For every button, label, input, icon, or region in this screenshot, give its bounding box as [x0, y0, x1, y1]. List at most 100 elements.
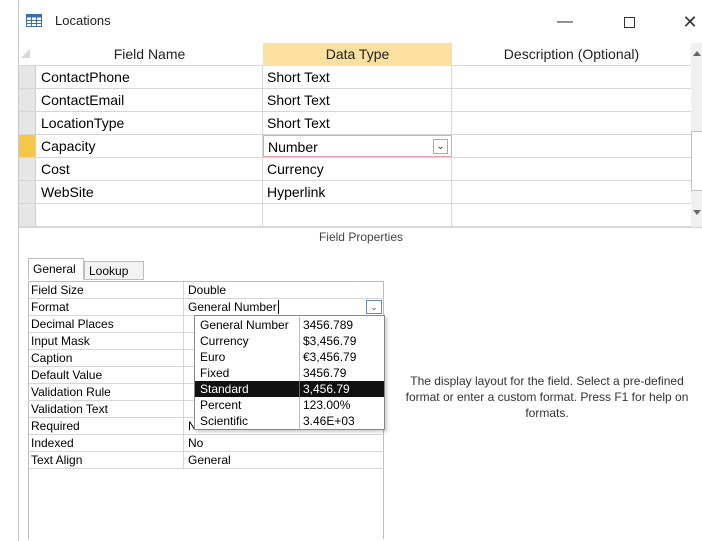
data-type-cell[interactable]: Hyperlink: [263, 181, 452, 203]
property-row[interactable]: Field Size Double: [29, 282, 384, 299]
grid-row-active[interactable]: Capacity Number ⌄: [19, 135, 691, 158]
scroll-down-icon[interactable]: [693, 210, 701, 215]
format-option[interactable]: Euro €3,456.79: [195, 349, 384, 365]
property-value[interactable]: Double: [188, 282, 384, 298]
format-option-name: Currency: [200, 334, 249, 348]
column-separator: [299, 365, 300, 381]
chevron-down-icon: ⌄: [436, 141, 445, 152]
property-label: Input Mask: [31, 333, 184, 349]
column-separator: [299, 397, 300, 413]
title-bar: Locations — ✕: [19, 0, 702, 43]
field-name-cell[interactable]: ContactEmail: [41, 89, 263, 111]
format-dropdown-list: General Number 3456.789 Currency $3,456.…: [194, 315, 385, 430]
format-option-selected[interactable]: Standard 3,456.79: [195, 381, 384, 397]
data-type-dropdown-button[interactable]: ⌄: [433, 139, 448, 154]
format-option[interactable]: Currency $3,456.79: [195, 333, 384, 349]
format-option[interactable]: Fixed 3456.79: [195, 365, 384, 381]
row-selector[interactable]: [19, 204, 36, 226]
grid-scrollbar[interactable]: [691, 43, 702, 227]
data-type-value: Number: [268, 139, 318, 155]
format-option-example: €3,456.79: [303, 350, 357, 364]
pane-divider[interactable]: [19, 227, 702, 228]
row-selector[interactable]: [19, 158, 36, 180]
format-input[interactable]: General Number ⌄: [188, 299, 384, 315]
close-button[interactable]: ✕: [675, 10, 702, 34]
format-option-name: Euro: [200, 350, 226, 364]
field-properties-label: Field Properties: [318, 230, 404, 244]
header-description[interactable]: Description (Optional): [452, 43, 691, 66]
scroll-thumb[interactable]: [691, 131, 702, 191]
grid-row[interactable]: Cost Currency: [19, 158, 691, 181]
data-type-cell-focused[interactable]: Number ⌄: [263, 135, 452, 157]
tab-lookup[interactable]: Lookup: [84, 261, 144, 280]
property-label: Decimal Places: [31, 316, 184, 332]
data-type-cell[interactable]: Short Text: [263, 112, 452, 134]
window-title: Locations: [55, 13, 111, 28]
property-label: Field Size: [31, 282, 184, 298]
format-value: General Number: [188, 300, 277, 314]
property-value[interactable]: No: [188, 435, 384, 451]
minimize-button[interactable]: —: [550, 10, 580, 34]
property-help-text: The display layout for the field. Select…: [405, 374, 689, 420]
description-cell[interactable]: [452, 112, 691, 134]
format-option-example: 3,456.79: [303, 382, 350, 396]
field-name-cell[interactable]: LocationType: [41, 112, 263, 134]
property-label: Validation Text: [31, 401, 184, 417]
property-value[interactable]: General: [188, 452, 384, 468]
grid-row[interactable]: ContactPhone Short Text: [19, 66, 691, 89]
format-option[interactable]: General Number 3456.789: [195, 317, 384, 333]
data-type-cell[interactable]: Short Text: [263, 89, 452, 111]
format-option-example: 3456.79: [303, 366, 347, 380]
tab-general[interactable]: General: [28, 258, 84, 280]
property-label: Required: [31, 418, 184, 434]
property-row[interactable]: Indexed No: [29, 435, 384, 452]
description-cell[interactable]: [452, 135, 691, 157]
maximize-icon: [623, 17, 635, 28]
description-cell[interactable]: [452, 158, 691, 180]
grid-row[interactable]: WebSite Hyperlink: [19, 181, 691, 204]
grid-row-new[interactable]: [19, 204, 691, 227]
format-option-example: 3456.789: [303, 318, 354, 332]
format-option-name: Fixed: [200, 366, 230, 380]
field-name-cell[interactable]: ContactPhone: [41, 66, 263, 88]
column-separator: [299, 333, 300, 349]
column-separator: [299, 413, 300, 429]
row-selector[interactable]: [19, 66, 36, 88]
chevron-down-icon: ⌄: [370, 302, 378, 312]
data-type-cell[interactable]: Currency: [263, 158, 452, 180]
description-cell[interactable]: [452, 89, 691, 111]
property-row[interactable]: Text Align General: [29, 452, 384, 469]
maximize-button[interactable]: [614, 10, 644, 34]
column-separator: [299, 317, 300, 333]
field-name-cell[interactable]: Cost: [41, 158, 263, 180]
row-selector[interactable]: [19, 112, 36, 134]
scroll-up-icon[interactable]: [693, 51, 701, 56]
header-field-name[interactable]: Field Name: [36, 43, 263, 66]
format-dropdown-button[interactable]: ⌄: [366, 300, 382, 314]
property-label: Text Align: [31, 452, 184, 468]
select-all-corner[interactable]: [21, 49, 30, 58]
field-name-cell[interactable]: WebSite: [41, 181, 263, 203]
data-type-cell[interactable]: Short Text: [263, 66, 452, 88]
row-selector-active[interactable]: [19, 135, 36, 157]
grid-row[interactable]: ContactEmail Short Text: [19, 89, 691, 112]
property-row-format[interactable]: Format General Number ⌄: [29, 299, 384, 316]
text-cursor: [277, 300, 279, 314]
header-data-type[interactable]: Data Type: [263, 43, 452, 66]
field-name-cell[interactable]: [41, 204, 263, 226]
description-cell[interactable]: [452, 66, 691, 88]
field-name-cell[interactable]: Capacity: [41, 135, 263, 157]
format-option[interactable]: Percent 123.00%: [195, 397, 384, 413]
format-option-name: Scientific: [200, 414, 249, 428]
column-separator: [299, 381, 300, 397]
row-selector[interactable]: [19, 89, 36, 111]
row-selector[interactable]: [19, 181, 36, 203]
column-separator: [299, 349, 300, 365]
format-option-example: $3,456.79: [303, 334, 357, 348]
grid-row[interactable]: LocationType Short Text: [19, 112, 691, 135]
format-option[interactable]: Scientific 3.46E+03: [195, 413, 384, 429]
data-type-cell[interactable]: [263, 204, 452, 226]
description-cell[interactable]: [452, 181, 691, 203]
description-cell[interactable]: [452, 204, 691, 226]
property-label: Format: [31, 299, 184, 315]
